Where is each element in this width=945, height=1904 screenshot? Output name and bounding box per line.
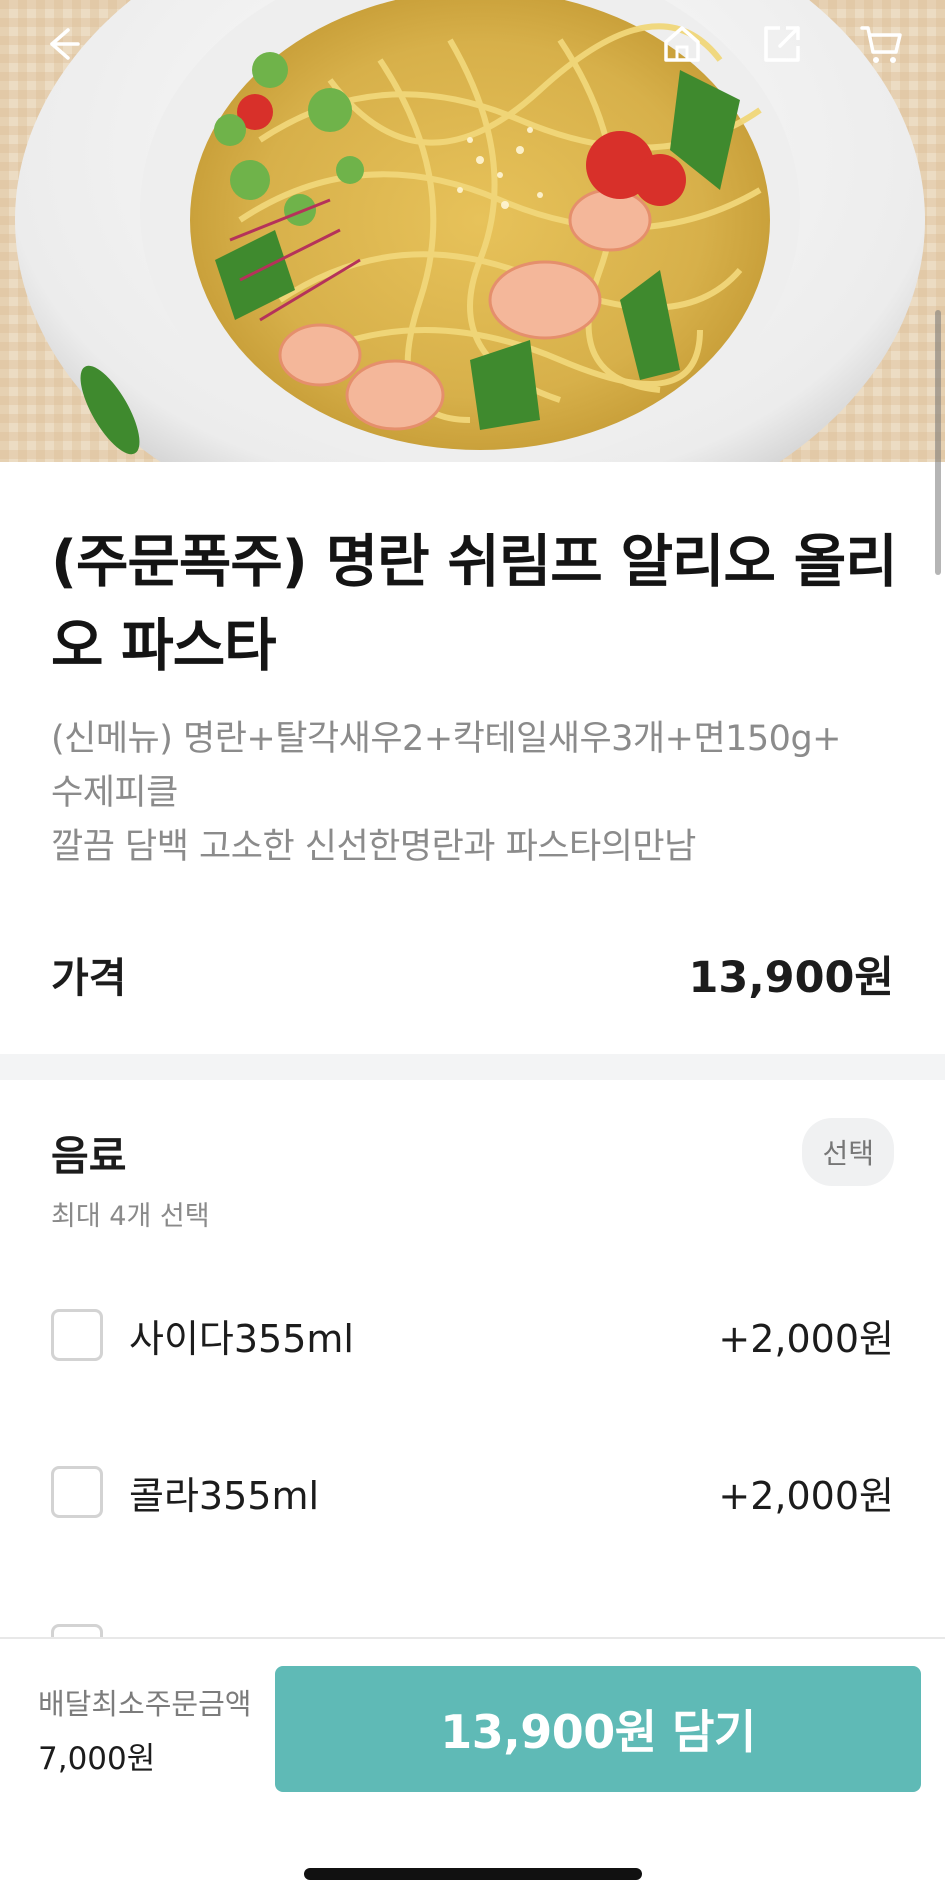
back-button[interactable] xyxy=(32,14,92,74)
option-group-header: 음료 선택 xyxy=(51,1118,894,1186)
description-line: 수제피클 xyxy=(51,773,178,813)
option-item[interactable]: 사이다355ml +2,000원 xyxy=(51,1305,894,1365)
min-order-label: 배달최소주문금액 xyxy=(38,1687,252,1721)
cart-icon xyxy=(860,26,902,63)
bottom-bar: 배달최소주문금액 7,000원 13,900원 담기 xyxy=(0,1637,945,1904)
option-name: 콜라355ml xyxy=(129,1473,320,1518)
cart-button[interactable] xyxy=(852,14,912,74)
share-icon xyxy=(764,26,800,62)
price-label: 가격 xyxy=(51,954,127,1002)
price-row: 가격 13,900원 xyxy=(51,944,894,1004)
option-checkbox[interactable] xyxy=(51,1466,103,1518)
home-button[interactable] xyxy=(652,14,712,74)
add-to-cart-button[interactable]: 13,900원 담기 xyxy=(275,1666,921,1792)
share-button[interactable] xyxy=(752,14,812,74)
hero-image xyxy=(0,0,945,462)
scrollbar[interactable] xyxy=(935,310,941,575)
home-indicator[interactable] xyxy=(304,1868,642,1880)
option-item[interactable]: 콜라355ml +2,000원 xyxy=(51,1462,894,1522)
item-info: (주문폭주) 명란 쉬림프 알리오 올리오 파스타 (신메뉴) 명란+탈각새우2… xyxy=(51,520,901,874)
option-price: +2,000원 xyxy=(718,1316,894,1361)
option-group-subtitle: 최대 4개 선택 xyxy=(51,1201,210,1232)
arrow-left-icon xyxy=(50,28,80,60)
option-group-title: 음료 xyxy=(51,1132,127,1180)
option-badge: 선택 xyxy=(802,1118,894,1186)
price-value: 13,900원 xyxy=(688,953,895,1003)
home-icon xyxy=(664,26,700,62)
description-line: 깔끔 담백 고소한 신선한명란과 파스타의만남 xyxy=(51,827,696,867)
option-price: +2,000원 xyxy=(718,1473,894,1518)
description-line: (신메뉴) 명란+탈각새우2+칵테일새우3개+면150g+ xyxy=(51,719,842,759)
option-checkbox[interactable] xyxy=(51,1309,103,1361)
item-description: (신메뉴) 명란+탈각새우2+칵테일새우3개+면150g+ 수제피클 깔끔 담백… xyxy=(51,712,901,874)
section-divider xyxy=(0,1054,945,1080)
option-name: 사이다355ml xyxy=(129,1316,354,1361)
item-title: (주문폭주) 명란 쉬림프 알리오 올리오 파스타 xyxy=(51,529,898,679)
min-order-value: 7,000원 xyxy=(38,1741,156,1777)
